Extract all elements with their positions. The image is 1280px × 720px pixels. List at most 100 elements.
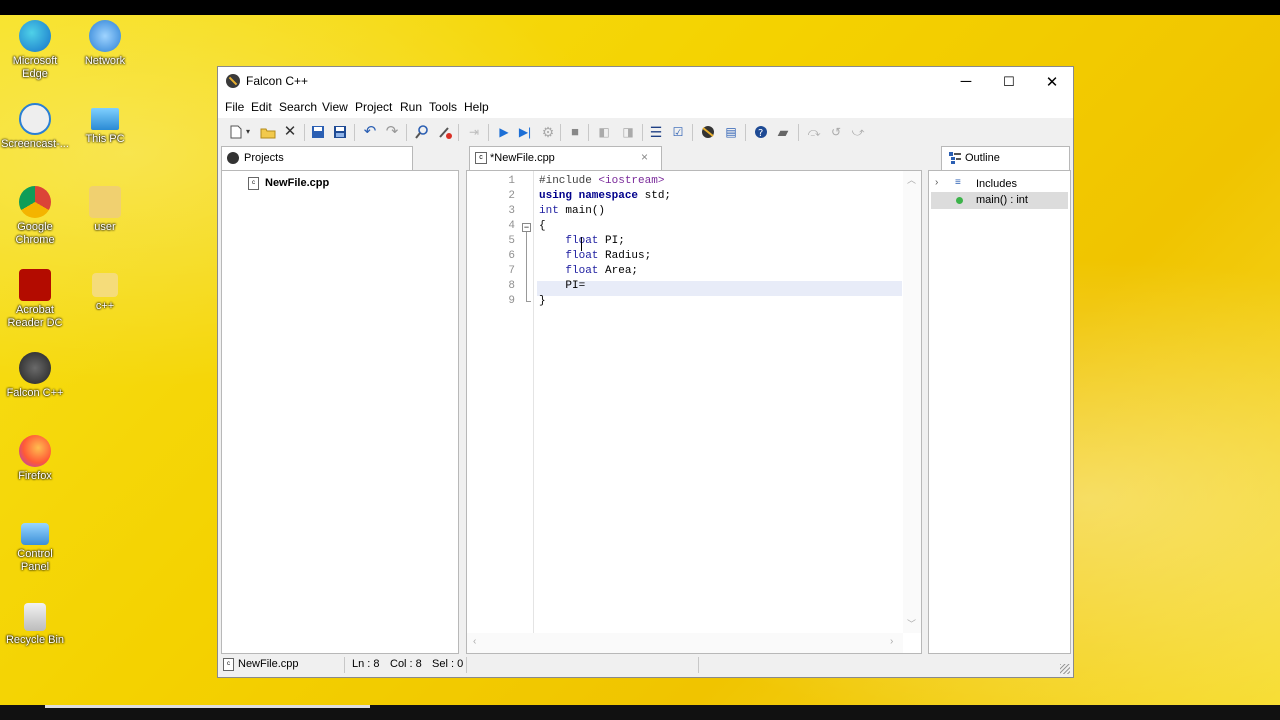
- desktop-icon-firefox[interactable]: Firefox: [0, 435, 70, 483]
- desktop-icon-control-panel[interactable]: Control Panel: [0, 518, 70, 574]
- horizontal-scrollbar[interactable]: ‹ ›: [467, 633, 903, 653]
- title-bar[interactable]: Falcon C++ ─ ☐ ✕: [218, 67, 1073, 96]
- code-line: int main(): [539, 205, 605, 217]
- code-token: {: [539, 220, 546, 232]
- tab-outline[interactable]: Outline: [941, 146, 1070, 170]
- stop-icon[interactable]: ■: [567, 124, 583, 140]
- falcon-tool-icon[interactable]: [700, 124, 716, 140]
- replace-icon[interactable]: [437, 124, 453, 140]
- menu-help[interactable]: Help: [464, 100, 489, 114]
- cpp-file-icon: c: [223, 658, 234, 671]
- step-run-icon[interactable]: ▶|: [517, 124, 533, 140]
- line-number: 7: [508, 265, 515, 277]
- close-button[interactable]: ✕: [1029, 67, 1075, 96]
- chrome-icon: [19, 186, 51, 218]
- scroll-right-icon[interactable]: ›: [890, 636, 893, 647]
- goto-line-icon[interactable]: ⇥: [466, 124, 482, 140]
- code-editor[interactable]: − 1 2 3 4 5 6 7 8 9 #include <iostream> …: [466, 170, 922, 654]
- save-all-icon[interactable]: [332, 124, 348, 140]
- maximize-button[interactable]: ☐: [986, 67, 1032, 96]
- save-icon[interactable]: [310, 124, 326, 140]
- menu-file[interactable]: File: [225, 100, 244, 114]
- list-icon[interactable]: ☰: [648, 124, 664, 140]
- falcon-window: Falcon C++ ─ ☐ ✕ File Edit Search View P…: [217, 66, 1074, 678]
- scroll-up-icon[interactable]: ︿: [907, 173, 916, 186]
- this-pc-icon: [91, 108, 119, 130]
- desktop-icon-edge[interactable]: Microsoft Edge: [0, 20, 70, 81]
- new-dropdown-icon[interactable]: ▾: [244, 124, 252, 140]
- outline-item-includes[interactable]: › ≡ Includes: [929, 175, 1070, 192]
- new-file-icon[interactable]: [228, 124, 244, 140]
- menu-project[interactable]: Project: [355, 100, 392, 114]
- falcon-icon: [19, 352, 51, 384]
- project-file-item[interactable]: NewFile.cpp: [265, 177, 329, 189]
- screencast-icon: [19, 103, 51, 135]
- open-folder-icon[interactable]: [260, 124, 276, 140]
- desktop-icon-user[interactable]: user: [70, 186, 140, 234]
- desktop-icon-label: Microsoft: [12, 55, 58, 67]
- svg-text:?: ?: [758, 128, 763, 139]
- line-number: 9: [508, 295, 515, 307]
- desktop-icon-screencast[interactable]: Screencast-...: [0, 103, 70, 151]
- tab-projects[interactable]: Projects: [221, 146, 413, 170]
- status-file: NewFile.cpp: [238, 658, 299, 670]
- desktop-icon-falcon[interactable]: Falcon C++: [0, 352, 70, 400]
- screen-bottom-bar: [0, 705, 1280, 720]
- tab-close-icon[interactable]: ×: [641, 150, 648, 164]
- code-token: float: [539, 235, 599, 247]
- vertical-scrollbar[interactable]: ︿ ﹀: [903, 171, 921, 633]
- desktop-icon-label: c++: [95, 300, 115, 312]
- menu-edit[interactable]: Edit: [251, 100, 272, 114]
- resize-grip[interactable]: [1060, 664, 1070, 674]
- desktop-icon-this-pc[interactable]: This PC: [70, 103, 140, 146]
- next-icon[interactable]: ◨: [620, 124, 636, 140]
- desktop-icon-cpp-folder[interactable]: c++: [70, 269, 140, 313]
- recycle-bin-icon: [24, 603, 46, 631]
- code-line: using namespace std;: [539, 190, 671, 202]
- gray-tool-icon[interactable]: ↺: [828, 124, 844, 140]
- desktop-icon-label: Edge: [22, 68, 48, 80]
- prev-icon[interactable]: ◧: [596, 124, 612, 140]
- toolbar: ▾ ✕ ↶ ↷ ⇥ ▶ ▶| ⚙ ■ ◧ ◨ ☰ ☑ ▤ ? ▰ ⤼ ↺ ⤻: [218, 120, 1073, 146]
- desktop-icon-label: Firefox: [18, 470, 52, 482]
- line-number: 8: [508, 280, 515, 292]
- tab-newfile-cpp[interactable]: c *NewFile.cpp ×: [469, 146, 662, 170]
- edge-icon: [19, 20, 51, 52]
- expand-chevron-icon[interactable]: ›: [935, 177, 938, 188]
- scroll-left-icon[interactable]: ‹: [473, 636, 476, 647]
- desktop-icon-network[interactable]: Network: [70, 20, 140, 68]
- redo-icon[interactable]: ↷: [384, 124, 400, 140]
- desktop-icon-chrome[interactable]: Google Chrome: [0, 186, 70, 247]
- desktop-icon-label: This PC: [85, 133, 125, 145]
- line-number: 5: [508, 235, 515, 247]
- help-icon[interactable]: ?: [753, 124, 769, 140]
- minimize-button[interactable]: ─: [943, 67, 989, 96]
- includes-icon: ≡: [955, 177, 961, 188]
- code-token: float: [539, 265, 599, 277]
- current-line-highlight: [537, 281, 902, 296]
- menu-search[interactable]: Search: [279, 100, 317, 114]
- function-icon: [956, 197, 963, 204]
- gray-tool-icon[interactable]: ⤻: [850, 124, 866, 140]
- scroll-down-icon[interactable]: ﹀: [907, 617, 916, 630]
- find-icon[interactable]: [414, 124, 430, 140]
- network-icon: [89, 20, 121, 52]
- menu-view[interactable]: View: [322, 100, 348, 114]
- projects-tab-label: Projects: [244, 152, 284, 164]
- outline-item-main[interactable]: main() : int: [931, 192, 1068, 209]
- undo-icon[interactable]: ↶: [362, 124, 378, 140]
- fold-collapse-icon[interactable]: −: [522, 223, 531, 232]
- checklist-icon[interactable]: ☑: [670, 124, 686, 140]
- menu-tools[interactable]: Tools: [429, 100, 457, 114]
- book-icon[interactable]: ▰: [775, 124, 791, 140]
- debug-gear-icon[interactable]: ⚙: [540, 124, 556, 140]
- menu-run[interactable]: Run: [400, 100, 422, 114]
- desktop-icon-recycle-bin[interactable]: Recycle Bin: [0, 601, 70, 647]
- properties-icon[interactable]: ▤: [723, 124, 739, 140]
- menu-bar: File Edit Search View Project Run Tools …: [218, 96, 1073, 118]
- desktop-icon-acrobat[interactable]: Acrobat Reader DC: [0, 269, 70, 330]
- run-icon[interactable]: ▶: [496, 124, 512, 140]
- code-line: }: [539, 295, 546, 307]
- gray-tool-icon[interactable]: ⤼: [806, 124, 822, 140]
- close-file-icon[interactable]: ✕: [282, 124, 298, 140]
